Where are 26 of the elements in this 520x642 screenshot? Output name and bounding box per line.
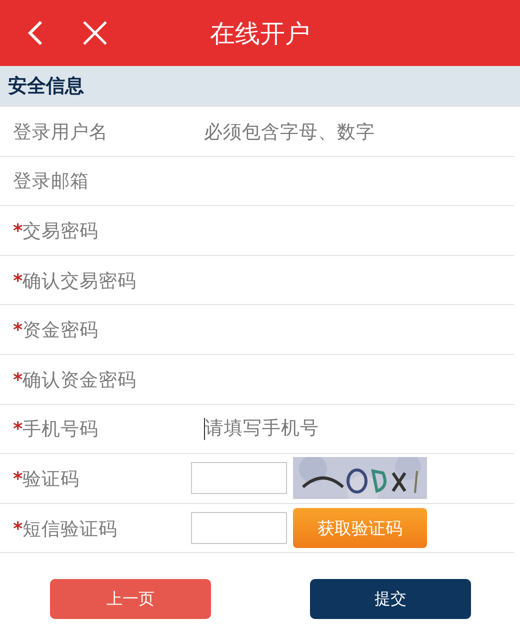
required-mark: * <box>13 220 23 242</box>
required-mark: * <box>13 320 23 342</box>
input-field[interactable]: 必须包含字母、数字 <box>191 118 375 144</box>
input-field[interactable]: 请填写手机号 <box>204 418 319 440</box>
required-mark: * <box>13 419 23 440</box>
field-label: 短信验证码 <box>22 518 118 540</box>
input-field[interactable] <box>191 512 287 544</box>
field-label: 登录邮箱 <box>12 170 90 194</box>
close-icon[interactable] <box>81 19 109 47</box>
field-label: 手机号码 <box>22 419 99 440</box>
field-label: 资金密码 <box>22 320 99 342</box>
field-label: 确认资金密码 <box>22 370 137 391</box>
section-title: 安全信息 <box>8 74 84 99</box>
field-label: 交易密码 <box>22 220 99 242</box>
get-code-button[interactable]: 获取验证码 <box>293 508 427 548</box>
required-mark: * <box>13 370 23 391</box>
field-label: 登录用户名 <box>12 120 109 144</box>
submit-button[interactable]: 提交 <box>310 579 471 620</box>
input-field[interactable] <box>191 462 287 494</box>
required-mark: * <box>13 270 23 292</box>
required-mark: * <box>13 518 23 540</box>
required-mark: * <box>13 468 23 490</box>
previous-page-button[interactable]: 上一页 <box>50 579 211 620</box>
page-title: 在线开户 <box>210 18 310 50</box>
field-label: 验证码 <box>22 468 80 490</box>
field-label: 确认交易密码 <box>22 270 137 292</box>
